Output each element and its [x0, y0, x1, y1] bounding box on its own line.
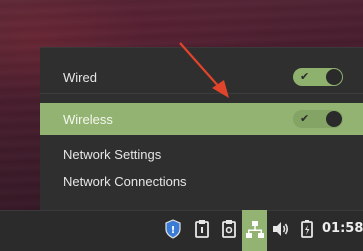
annotation-arrow: [179, 42, 229, 98]
